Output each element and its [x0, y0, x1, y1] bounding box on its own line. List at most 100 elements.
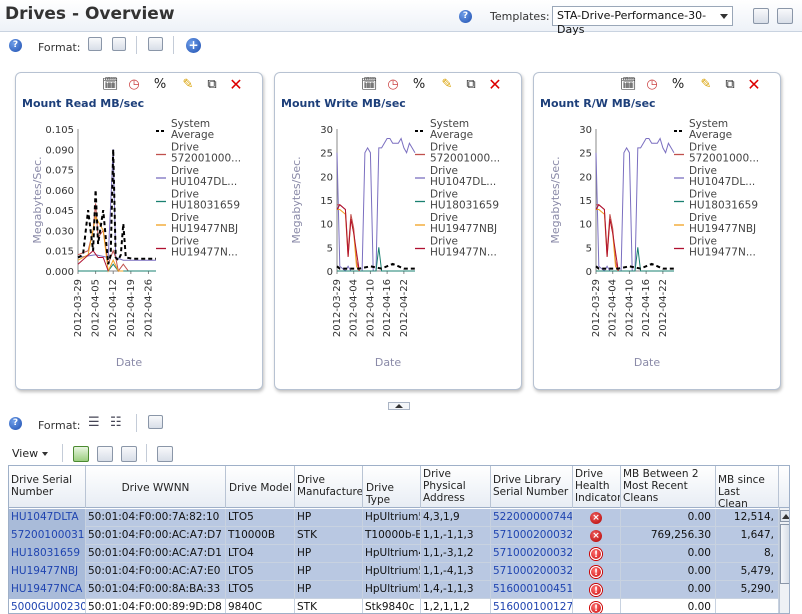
cell-since: 8, — [716, 545, 779, 563]
column-header[interactable]: Drive Library Serial Number — [491, 466, 573, 508]
format-label: Format: — [38, 41, 81, 54]
cell-serial[interactable]: HU19477NCA — [9, 581, 86, 599]
clock-icon[interactable]: ◷ — [644, 77, 660, 93]
cell-lib[interactable]: 571000200032 — [491, 527, 573, 545]
x-tick-label: 2012-04-16 — [382, 279, 393, 337]
layout-grid-icon[interactable] — [88, 37, 102, 51]
column-header[interactable]: Drive Serial Number — [9, 466, 86, 508]
percent-icon[interactable]: % — [152, 77, 168, 93]
y-tick-label: 10 — [579, 220, 592, 231]
cell-type: HpUltrium5 — [363, 509, 421, 527]
export-icon[interactable] — [97, 446, 113, 462]
cell-lib[interactable]: 571000200032 — [491, 545, 573, 563]
chart-title: Mount R/W MB/sec — [540, 97, 656, 110]
help-icon[interactable]: ? — [9, 417, 22, 430]
close-icon[interactable]: ✕ — [228, 77, 244, 93]
cell-serial[interactable]: HU19477NBJ — [9, 563, 86, 581]
cell-mfr: HP — [295, 509, 363, 527]
x-tick-label: 2012-04-12 — [108, 279, 119, 337]
column-header[interactable]: MB since Last Clean — [716, 466, 779, 508]
edit-pencil-icon[interactable]: ✎ — [439, 77, 455, 93]
x-tick-label: 2012-04-19 — [126, 279, 137, 337]
edit-pencil-icon[interactable]: ✎ — [180, 77, 196, 93]
run-icon[interactable] — [73, 446, 89, 462]
cell-mfr: HP — [295, 545, 363, 563]
cell-serial[interactable]: HU1047DLTA — [9, 509, 86, 527]
chart-settings-icon[interactable]: 🗓 — [620, 77, 637, 93]
warning-status-icon: ! — [590, 584, 602, 596]
edit-pencil-icon[interactable]: ✎ — [698, 77, 714, 93]
x-tick-label: 2012-03-29 — [332, 279, 343, 337]
vertical-scrollbar[interactable] — [779, 508, 789, 613]
collapse-splitter-button[interactable] — [388, 402, 410, 410]
column-header[interactable]: MB Between 2 Most Recent Cleans — [621, 466, 716, 508]
cell-between: 769,256.30 — [621, 527, 716, 545]
chart-settings-icon[interactable]: 🗓 — [361, 77, 378, 93]
view-menu[interactable]: View — [12, 447, 49, 460]
table-row[interactable]: 5000GU002306 50:01:04:F0:00:89:9D:D8 9840C… — [9, 599, 779, 613]
column-header[interactable]: Drive Type — [363, 466, 421, 508]
filter-icon[interactable] — [121, 446, 137, 462]
help-icon[interactable]: ? — [459, 10, 472, 23]
templates-select[interactable]: STA-Drive-Performance-30-Days — [552, 6, 733, 36]
view-menu-label: View — [12, 447, 39, 460]
y-axis-label: Megabytes/Sec. — [290, 156, 303, 243]
format-label: Format: — [38, 419, 81, 432]
legend-label: HU19477N... — [430, 247, 497, 259]
column-header[interactable]: Drive Model — [226, 466, 295, 508]
column-header[interactable]: Drive Health Indicator — [573, 466, 621, 508]
y-tick-label: 0 — [327, 267, 333, 278]
table-row[interactable]: HU18031659 50:01:04:F0:00:AC:A7:D1 LTO4 HP H… — [9, 545, 779, 563]
table-row[interactable]: HU19477NBJ 50:01:04:F0:00:AC:A7:E0 LTO5 HP H… — [9, 563, 779, 581]
close-icon[interactable]: ✕ — [746, 77, 762, 93]
cell-serial[interactable]: 5000GU002306 — [9, 599, 86, 613]
y-axis-label: Megabytes/Sec. — [549, 156, 562, 243]
detail-view-icon[interactable]: ☷ — [110, 415, 122, 430]
cell-serial[interactable]: 572001000315 — [9, 527, 86, 545]
maximize-icon[interactable]: ⧉ — [463, 77, 479, 93]
detach-table-icon[interactable] — [157, 446, 173, 462]
print-icon[interactable] — [148, 37, 163, 51]
scroll-thumb[interactable] — [780, 524, 789, 584]
table-row[interactable]: HU1047DLTA 50:01:04:F0:00:7A:82:10 LTO5 HP H… — [9, 509, 779, 527]
cell-lib[interactable]: 516000100127 — [491, 599, 573, 613]
add-chart-icon[interactable]: + — [186, 38, 201, 53]
chart-title: Mount Read MB/sec — [22, 97, 145, 110]
x-tick-label: 2012-04-04 — [349, 279, 360, 337]
maximize-icon[interactable]: ⧉ — [722, 77, 738, 93]
column-header[interactable]: Drive WWNN — [86, 466, 226, 508]
percent-icon[interactable]: % — [670, 77, 686, 93]
health-indicator-cell: ! — [573, 545, 621, 563]
cell-lib[interactable]: 516000100451 — [491, 581, 573, 599]
cell-serial[interactable]: HU18031659 — [9, 545, 86, 563]
warning-status-icon: ! — [590, 566, 602, 578]
cell-lib[interactable]: 571000200032 — [491, 563, 573, 581]
x-tick-label: 2012-04-10 — [365, 279, 376, 337]
y-tick-label: 25 — [320, 149, 333, 160]
cell-lib[interactable]: 522000000744 — [491, 509, 573, 527]
manage-templates-icon[interactable] — [777, 8, 793, 24]
table-row[interactable]: HU19477NCA 50:01:04:F0:00:8A:BA:33 LTO5 HP H… — [9, 581, 779, 599]
maximize-icon[interactable]: ⧉ — [204, 77, 220, 93]
layout-rows-icon[interactable] — [112, 37, 126, 51]
chart-settings-icon[interactable]: 🗓 — [102, 77, 119, 93]
print-icon[interactable] — [148, 415, 163, 429]
chart-panel-actions: 🗓 ◷ % ✎ ⧉ ✕ — [361, 77, 511, 95]
clock-icon[interactable]: ◷ — [126, 77, 142, 93]
table-row[interactable]: 572001000315 50:01:04:F0:00:AC:A7:D7 T1000… — [9, 527, 779, 545]
percent-icon[interactable]: % — [411, 77, 427, 93]
scroll-up-button[interactable] — [780, 510, 789, 522]
x-tick-label: 2012-04-10 — [624, 279, 635, 337]
clock-icon[interactable]: ◷ — [385, 77, 401, 93]
drives-table: Drive Serial Number Drive WWNN Drive Model D… — [8, 465, 790, 614]
column-header[interactable]: Drive Physical Address — [421, 466, 491, 508]
y-tick-label: 25 — [579, 149, 592, 160]
close-icon[interactable]: ✕ — [487, 77, 503, 93]
help-icon[interactable]: ? — [9, 39, 22, 52]
column-header[interactable]: Drive Manufacturer — [295, 466, 363, 508]
save-template-icon[interactable] — [753, 8, 769, 24]
cell-type: HpUltrium4 — [363, 545, 421, 563]
chart-svg: Megabytes/Sec. 30 25 20 15 10 5 02012-03-29 2012… — [290, 118, 500, 369]
cell-type: T10000b-En — [363, 527, 421, 545]
list-view-icon[interactable]: ☰ — [88, 415, 100, 430]
